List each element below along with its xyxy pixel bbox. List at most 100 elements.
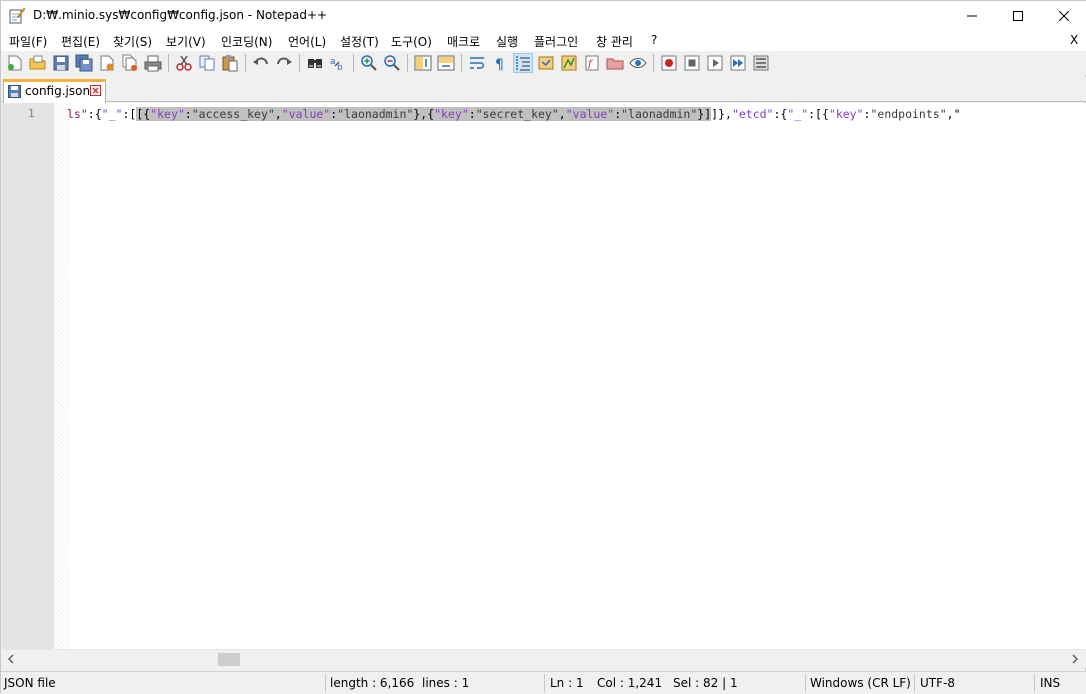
minimize-icon: [967, 15, 977, 17]
tab-label: config.json: [25, 84, 91, 98]
close-file-icon[interactable]: [98, 54, 116, 72]
code-token: ,: [274, 107, 282, 121]
maximize-button[interactable]: [995, 1, 1041, 31]
zoom-in-icon[interactable]: [360, 54, 378, 72]
code-token: ,": [946, 107, 961, 121]
status-bar: JSON file length : 6,166 lines : 1 Ln : …: [1, 671, 1086, 694]
toolbar-separator: [407, 54, 408, 72]
close-window-button[interactable]: [1041, 1, 1086, 31]
close-document-button[interactable]: X: [1070, 33, 1078, 47]
close-all-icon[interactable]: [121, 54, 139, 72]
cut-icon[interactable]: [175, 54, 193, 72]
status-col: Col : 1,241: [597, 676, 663, 690]
monitoring-icon[interactable]: [629, 54, 647, 72]
menu-language[interactable]: 언어(L): [288, 33, 326, 50]
word-wrap-icon[interactable]: [468, 54, 486, 72]
code-token: :{: [773, 107, 788, 121]
stop-macro-icon[interactable]: [683, 54, 701, 72]
menu-macro[interactable]: 매크로: [447, 33, 480, 50]
toolbar-separator: [353, 54, 354, 72]
menu-help[interactable]: ?: [651, 33, 657, 47]
run-macro-multiple-icon[interactable]: [729, 54, 747, 72]
code-token: {: [94, 107, 102, 121]
menu-view[interactable]: 보기(V): [166, 33, 206, 50]
status-eol[interactable]: Windows (CR LF): [810, 676, 911, 690]
menu-tools[interactable]: 도구(O): [391, 33, 432, 50]
horizontal-scrollbar[interactable]: [2, 649, 1086, 668]
new-file-icon[interactable]: [6, 54, 24, 72]
status-separator: [914, 674, 915, 693]
save-macro-icon[interactable]: [752, 54, 770, 72]
code-token: "laonadmin": [621, 107, 698, 121]
code-token: "endpoints": [870, 107, 947, 121]
user-lang-icon[interactable]: [537, 54, 555, 72]
code-token: "secret_key": [475, 107, 559, 121]
menu-settings[interactable]: 설정(T): [340, 33, 379, 50]
svg-text:a: a: [330, 57, 336, 67]
status-separator: [325, 674, 326, 693]
undo-icon[interactable]: [252, 54, 270, 72]
tab-bar: config.json: [1, 77, 1086, 103]
folder-workspace-icon[interactable]: [606, 54, 624, 72]
tab-close-icon[interactable]: [90, 85, 101, 96]
save-all-icon[interactable]: [75, 54, 93, 72]
window-title: D:₩.minio.sys₩config₩config.json - Notep…: [33, 8, 328, 22]
toolbar: ab ¶ f: [1, 51, 1086, 75]
status-ln: Ln : 1: [550, 676, 584, 690]
code-token: "value": [281, 107, 331, 121]
code-token: ls": [67, 107, 88, 121]
sync-horizontal-icon[interactable]: [437, 54, 455, 72]
status-sel: Sel : 82 | 1: [673, 676, 738, 690]
svg-text:b: b: [337, 63, 343, 72]
tab-config-json[interactable]: config.json: [3, 79, 106, 103]
scroll-left-icon[interactable]: [6, 654, 16, 664]
zoom-out-icon[interactable]: [383, 54, 401, 72]
code-token: "key": [828, 107, 864, 121]
status-filetype: JSON file: [4, 676, 56, 690]
menu-run[interactable]: 실행: [496, 33, 518, 50]
status-encoding: UTF-8: [920, 676, 955, 690]
show-all-chars-icon[interactable]: ¶: [491, 54, 509, 72]
scrollbar-thumb[interactable]: [218, 653, 240, 666]
doc-map-icon[interactable]: [560, 54, 578, 72]
save-icon[interactable]: [52, 54, 70, 72]
status-length: length : 6,166: [330, 676, 415, 690]
function-list-icon[interactable]: f: [583, 54, 601, 72]
status-separator: [805, 674, 806, 693]
copy-icon[interactable]: [198, 54, 216, 72]
menu-plugins[interactable]: 플러그인: [534, 33, 578, 50]
notepad-window: D:₩.minio.sys₩config₩config.json - Notep…: [0, 0, 1086, 694]
minimize-button[interactable]: [949, 1, 995, 31]
replace-icon[interactable]: ab: [329, 54, 347, 72]
toolbar-separator: [653, 54, 654, 72]
indent-guide-icon[interactable]: [513, 53, 533, 73]
record-macro-icon[interactable]: [660, 54, 678, 72]
menu-edit[interactable]: 편집(E): [61, 33, 100, 50]
menu-window[interactable]: 창 관리: [596, 33, 633, 50]
saved-file-icon: [8, 85, 21, 98]
menu-file[interactable]: 파일(F): [9, 33, 47, 50]
menu-search[interactable]: 찾기(S): [113, 33, 152, 50]
title-bar[interactable]: D:₩.minio.sys₩config₩config.json - Notep…: [1, 1, 1086, 31]
code-token: ]},: [711, 107, 732, 121]
play-macro-icon[interactable]: [706, 54, 724, 72]
menu-encoding[interactable]: 인코딩(N): [221, 33, 272, 50]
code-token: ,: [558, 107, 566, 121]
paste-icon[interactable]: [221, 54, 239, 72]
scroll-right-icon[interactable]: [1070, 654, 1080, 664]
status-mode[interactable]: INS: [1040, 676, 1060, 690]
fold-margin[interactable]: [54, 103, 70, 649]
code-line[interactable]: ls":{"_":[[{"key":"access_key","value":"…: [67, 106, 1082, 122]
print-icon[interactable]: [144, 54, 162, 72]
code-token: "_": [101, 107, 123, 121]
find-icon[interactable]: [306, 54, 324, 72]
line-number: 1: [28, 107, 35, 120]
code-token: "access_key": [191, 107, 275, 121]
redo-icon[interactable]: [275, 54, 293, 72]
status-separator: [544, 674, 545, 693]
open-file-icon[interactable]: [29, 54, 47, 72]
sync-vertical-icon[interactable]: [414, 54, 432, 72]
code-token: "_": [787, 107, 809, 121]
editor-area[interactable]: 1 ls":{"_":[[{"key":"access_key","value"…: [2, 103, 1086, 649]
status-lines: lines : 1: [422, 676, 470, 690]
